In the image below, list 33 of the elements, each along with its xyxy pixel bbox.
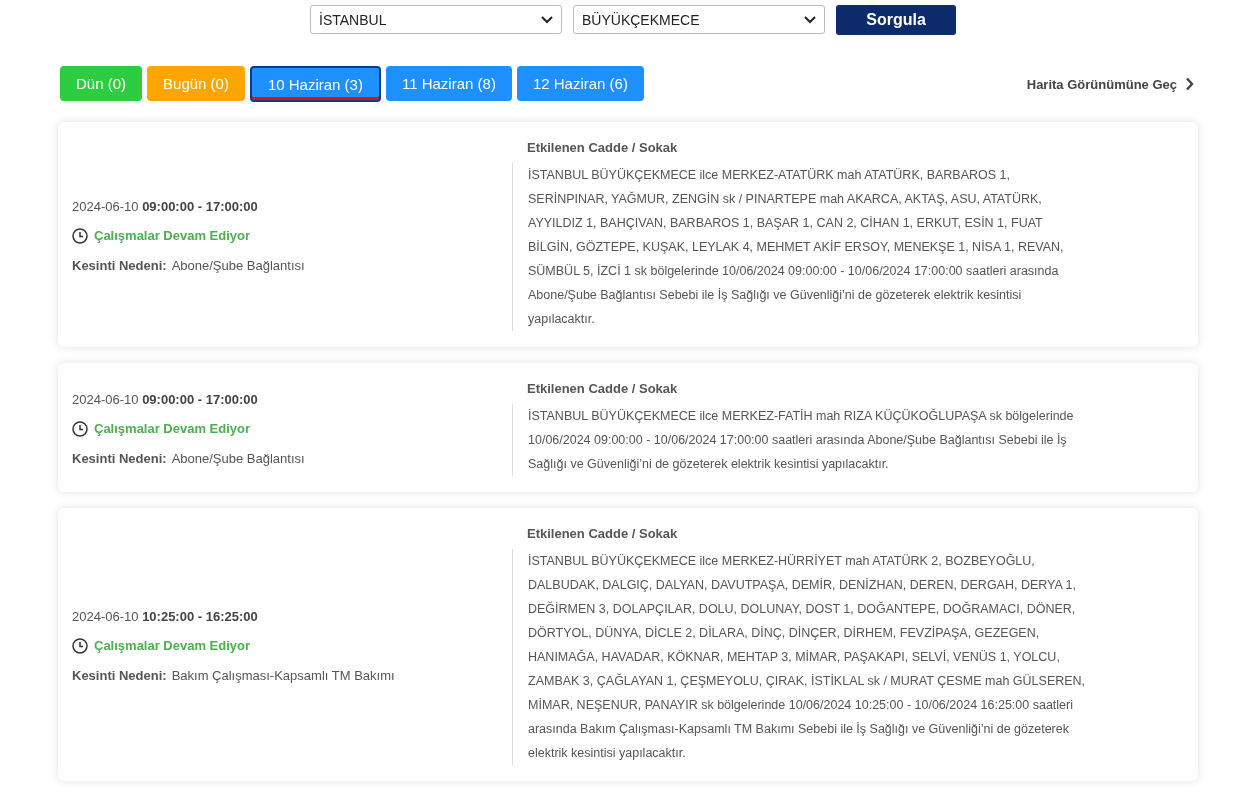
date-tab[interactable]: 12 Haziran (6) [516, 66, 644, 101]
chevron-down-icon [541, 15, 553, 24]
reason-text: Bakım Çalışması-Kapsamlı TM Bakımı [171, 667, 395, 683]
status-text: Çalışmalar Devam Ediyor [94, 228, 251, 243]
date-tab[interactable]: 10 Haziran (3) [249, 66, 381, 102]
outage-description: İSTANBUL BÜYÜKÇEKMECE ilce MERKEZ-HÜRRİYET mah ATATÜRK 2, BOZBEYOĞLU, DALBUDAK, DALGIÇ, DALYAN, DAVUTPAŞA, DEMİR, DENİZHAN, DEREN, DERGAH, DERYA 1, DEĞİRMEN 3, DOLAPÇILAR, DOLU, DOLUNAY, DOST 1, DOĞANTEPE, DOĞRAMACI, DÖNER, DÖRTYOL, DÜNYA, DİCLE 2, DİLARA, DİNÇ, DİNÇER, DİRHEM, FEVZİPAŞA, GEZEGEN, HANIMAĞA, HAVADAR, KÖKNAR, MEHTAP 3, MİMAR, PAŞAKAPI, SELVİ, VENÜS 1, YOLCU, ZAMBAK 3, ÇAĞLAYAN 1, ÇEŞMEYOLU, ÇIRAK, İSTİKLAL sk / MURAT ÇESME mah GÜLSEREN, MİMAR, NEŞENUR, PANAYIR sk bölgelerinde 10/06/2024 10:25:00 - 10/06/2024 16:25:00 saatleri arasında Bakım Çalışması-Kapsamlı TM Bakımı Sebebi ile İş Sağlığı ve Güvenliği’ni de gözeterek elektrik kesintisi yapılacaktır. [512, 549, 1088, 765]
date-tab[interactable]: 11 Haziran (8) [385, 66, 512, 101]
outage-datetime: 2024-06-10 10:25:00 - 16:25:00 [72, 608, 259, 624]
reason-text: Abone/Şube Bağlantısı [171, 450, 305, 466]
reason-label: Kesinti Nedeni: [72, 257, 167, 273]
reason-text: Abone/Şube Bağlantısı [171, 257, 305, 273]
status-text: Çalışmalar Devam Ediyor [94, 638, 251, 653]
clock-icon [72, 420, 88, 437]
outage-datetime: 2024-06-10 09:00:00 - 17:00:00 [72, 391, 259, 407]
reason-label: Kesinti Nedeni: [72, 450, 167, 466]
clock-icon [72, 637, 88, 654]
outage-description: İSTANBUL BÜYÜKÇEKMECE ilce MERKEZ-FATİH mah RIZA KÜÇÜKOĞLUPAŞA sk bölgelerinde 10/06/2024 09:00:00 - 10/06/2024 17:00:00 saatleri arasında Abone/Şube Bağlantısı Sebebi ile İş Sağlığı ve Güvenliği’ni de gözeterek elektrik kesintisi yapılacaktır. [512, 404, 1088, 476]
streets-title: Etkilenen Cadde / Sokak [527, 140, 679, 155]
district-select[interactable]: BÜYÜKÇEKMECE [573, 5, 825, 34]
city-select[interactable]: İSTANBUL [310, 5, 562, 34]
chevron-right-icon [1185, 77, 1194, 91]
outage-description: İSTANBUL BÜYÜKÇEKMECE ilce MERKEZ-ATATÜRK mah ATATÜRK, BARBAROS 1, SERİNPINAR, YAĞMUR, ZENGİN sk / PINARTEPE mah AKARCA, AKTAŞ, ASU, ATATÜRK, AYYILDIZ 1, BAHÇIVAN, BARBAROS 1, BAŞAR 1, CAN 2, CİHAN 1, ERKUT, ESİN 1, FUAT BİLGİN, GÖZTEPE, KUŞAK, LEYLAK 4, MEHMET AKİF ERSOY, MENEKŞE 1, NİSA 1, REVAN, SÜMBÜL 5, İZCİ 1 sk bölgelerinde 10/06/2024 09:00:00 - 10/06/2024 17:00:00 saatleri arasında Abone/Şube Bağlantısı Sebebi ile İş Sağlığı ve Güvenliği’ni de gözeterek elektrik kesintisi yapılacaktır. [512, 163, 1088, 331]
status-text: Çalışmalar Devam Ediyor [94, 421, 251, 436]
map-view-link[interactable]: Harita Görünümüne Geç [1026, 76, 1194, 92]
date-tab[interactable]: Bugün (0) [147, 66, 245, 101]
query-button[interactable]: Sorgula [836, 5, 956, 35]
streets-title: Etkilenen Cadde / Sokak [527, 526, 679, 541]
chevron-down-icon [804, 15, 816, 24]
reason-label: Kesinti Nedeni: [72, 667, 167, 683]
date-tab[interactable]: Dün (0) [60, 66, 143, 101]
streets-title: Etkilenen Cadde / Sokak [527, 381, 679, 396]
outage-datetime: 2024-06-10 09:00:00 - 17:00:00 [72, 198, 259, 214]
clock-icon [72, 227, 88, 244]
